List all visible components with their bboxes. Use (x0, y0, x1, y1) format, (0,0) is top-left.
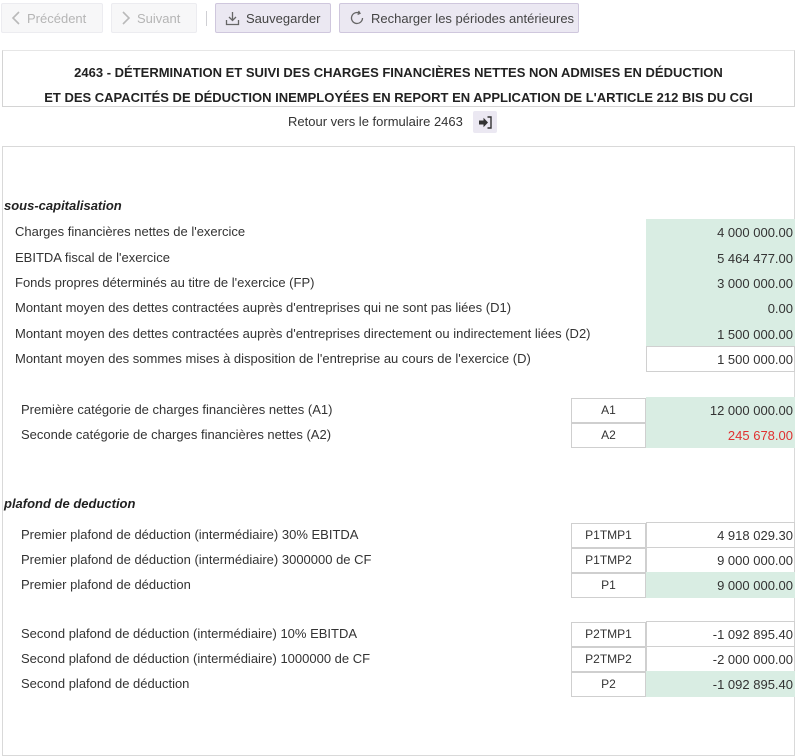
code-p2tmp2: P2TMP2 (571, 647, 646, 672)
form-title-box: 2463 - DÉTERMINATION ET SUIVI DES CHARGE… (2, 50, 795, 107)
row-label-fonds-propres: Fonds propres déterminés au titre de l'e… (15, 275, 315, 290)
value-dettes-d2: 1 500 000.00 (646, 321, 795, 347)
return-link-label: Retour vers le formulaire 2463 (288, 114, 463, 129)
value-p2: -1 092 895.40 (646, 671, 795, 697)
sign-in-icon (479, 115, 492, 129)
code-p2: P2 (571, 672, 646, 697)
previous-button-label: Précédent (27, 10, 87, 26)
value-p2tmp1[interactable]: -1 092 895.40 (646, 621, 795, 647)
page-title-line2: ET DES CAPACITÉS DE DÉDUCTION INEMPLOYÉE… (44, 90, 753, 105)
row-label-dettes-d1: Montant moyen des dettes contractées aup… (15, 300, 512, 315)
code-a1: A1 (571, 398, 646, 423)
row-label-p2tmp1: Second plafond de déduction (intermédiai… (21, 626, 358, 641)
return-link-row: Retour vers le formulaire 2463 (0, 111, 807, 133)
code-p2tmp1: P2TMP1 (571, 622, 646, 647)
toolbar-divider (206, 11, 207, 26)
row-label-p1: Premier plafond de déduction (21, 577, 191, 592)
save-button-label: Sauvegarder (246, 10, 321, 26)
value-charges-financieres: 4 000 000.00 (646, 219, 795, 245)
return-button[interactable] (473, 111, 497, 133)
save-button[interactable]: Sauvegarder (215, 3, 331, 33)
value-sommes-d[interactable]: 1 500 000.00 (646, 346, 795, 372)
section-title-sous-capitalisation: sous-capitalisation (4, 198, 122, 213)
reload-periods-button[interactable]: Recharger les périodes antérieures (339, 3, 579, 33)
code-p1tmp1: P1TMP1 (571, 523, 646, 548)
code-p1: P1 (571, 573, 646, 598)
row-label-p2: Second plafond de déduction (21, 676, 190, 691)
value-p2tmp2[interactable]: -2 000 000.00 (646, 646, 795, 672)
download-icon (225, 11, 240, 25)
code-p1tmp2: P1TMP2 (571, 548, 646, 573)
chevron-right-icon (122, 11, 131, 25)
value-p1tmp1[interactable]: 4 918 029.30 (646, 522, 795, 548)
code-a2: A2 (571, 423, 646, 448)
row-label-ebitda: EBITDA fiscal de l'exercice (15, 250, 170, 265)
value-p1: 9 000 000.00 (646, 572, 795, 598)
row-label-p2tmp2: Second plafond de déduction (intermédiai… (21, 651, 371, 666)
reload-periods-button-label: Recharger les périodes antérieures (371, 10, 575, 26)
row-label-dettes-d2: Montant moyen des dettes contractées aup… (15, 326, 591, 341)
row-label-p1tmp2: Premier plafond de déduction (intermédia… (21, 552, 372, 567)
previous-button[interactable]: Précédent (1, 3, 103, 33)
refresh-icon (350, 10, 364, 25)
section-title-plafond: plafond de deduction (4, 496, 136, 511)
row-label-categorie-a2: Seconde catégorie de charges financières… (21, 427, 332, 442)
toolbar: Précédent Suivant Sauvegarder Recharger … (0, 0, 807, 38)
value-ebitda: 5 464 477.00 (646, 245, 795, 271)
next-button-label: Suivant (137, 10, 181, 26)
row-label-categorie-a1: Première catégorie de charges financière… (21, 402, 333, 417)
page-title-line1: 2463 - DÉTERMINATION ET SUIVI DES CHARGE… (74, 65, 723, 80)
value-categorie-a1: 12 000 000.00 (646, 397, 795, 423)
next-button[interactable]: Suivant (111, 3, 197, 33)
row-label-sommes-d: Montant moyen des sommes mises à disposi… (15, 351, 531, 366)
value-p1tmp2[interactable]: 9 000 000.00 (646, 547, 795, 573)
chevron-left-icon (11, 11, 20, 25)
value-dettes-d1: 0.00 (646, 295, 795, 321)
value-fonds-propres: 3 000 000.00 (646, 270, 795, 296)
row-label-charges-financieres: Charges financières nettes de l'exercice (15, 224, 246, 239)
row-label-p1tmp1: Premier plafond de déduction (intermédia… (21, 527, 359, 542)
value-categorie-a2: 245 678.00 (646, 422, 795, 448)
